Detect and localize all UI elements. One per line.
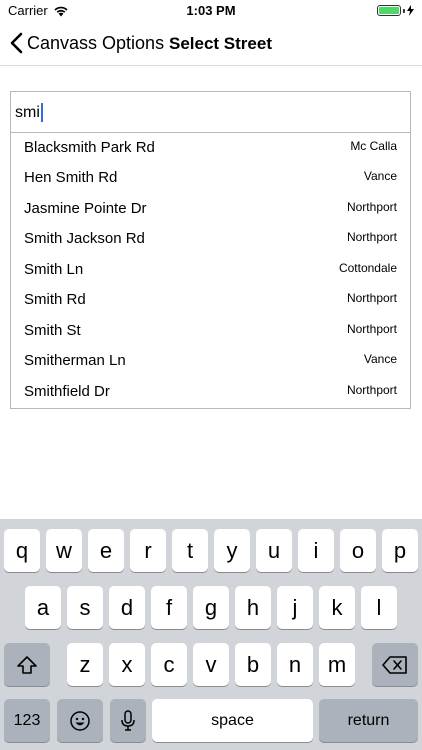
key-y[interactable]: y	[214, 529, 250, 572]
street-name: Smithfield Dr	[24, 383, 110, 400]
key-m[interactable]: m	[319, 643, 355, 686]
street-city: Northport	[346, 383, 397, 397]
suggestion-row[interactable]: Smith Ln Cottondale	[11, 255, 410, 285]
charging-icon	[407, 5, 414, 16]
suggestion-row[interactable]: Smith St Northport	[11, 316, 410, 346]
key-k[interactable]: k	[319, 586, 355, 629]
microphone-icon	[121, 709, 135, 731]
suggestion-row[interactable]: Smithfield Dr Northport	[11, 377, 410, 407]
key-t[interactable]: t	[172, 529, 208, 572]
shift-icon	[17, 655, 37, 674]
emoji-icon	[70, 710, 90, 731]
key-a[interactable]: a	[25, 586, 61, 629]
key-b[interactable]: b	[235, 643, 271, 686]
search-input-text-wrapper: smi	[15, 103, 43, 122]
key-j[interactable]: j	[277, 586, 313, 629]
key-r[interactable]: r	[130, 529, 166, 572]
delete-icon	[382, 655, 407, 674]
status-time: 1:03 PM	[186, 3, 236, 18]
street-city: Northport	[346, 200, 397, 214]
numbers-key[interactable]: 123	[4, 699, 50, 742]
street-name: Jasmine Pointe Dr	[24, 200, 147, 217]
suggestion-row[interactable]: Smith Rd Northport	[11, 285, 410, 315]
on-screen-keyboard: q w e r t y u i o p a s d f g h j k l z …	[0, 519, 422, 750]
key-p[interactable]: p	[382, 529, 418, 572]
key-z[interactable]: z	[67, 643, 103, 686]
key-w[interactable]: w	[46, 529, 82, 572]
key-u[interactable]: u	[256, 529, 292, 572]
street-city: Northport	[346, 322, 397, 336]
battery-indicator	[377, 5, 414, 16]
back-button[interactable]: Canvass Options	[10, 32, 164, 54]
dictation-key[interactable]	[110, 699, 146, 742]
key-v[interactable]: v	[193, 643, 229, 686]
delete-key[interactable]	[372, 643, 418, 686]
return-key[interactable]: return	[319, 699, 418, 742]
key-g[interactable]: g	[193, 586, 229, 629]
street-name: Smith Jackson Rd	[24, 230, 145, 247]
key-q[interactable]: q	[4, 529, 40, 572]
street-city: Cottondale	[338, 261, 397, 275]
street-suggestion-list: Blacksmith Park Rd Mc Calla Hen Smith Rd…	[10, 133, 411, 409]
key-s[interactable]: s	[67, 586, 103, 629]
street-search-input[interactable]: smi	[10, 91, 411, 133]
suggestion-row[interactable]: Smitherman Ln Vance	[11, 346, 410, 376]
battery-icon	[377, 5, 401, 16]
street-name: Smitherman Ln	[24, 352, 126, 369]
page-title: Select Street	[169, 34, 272, 53]
street-name: Blacksmith Park Rd	[24, 139, 155, 156]
key-c[interactable]: c	[151, 643, 187, 686]
street-name: Smith Rd	[24, 291, 86, 308]
suggestion-row[interactable]: Smith Jackson Rd Northport	[11, 224, 410, 254]
key-f[interactable]: f	[151, 586, 187, 629]
street-name: Smith Ln	[24, 261, 84, 278]
key-e[interactable]: e	[88, 529, 124, 572]
key-d[interactable]: d	[109, 586, 145, 629]
text-caret	[40, 103, 43, 122]
suggestion-row[interactable]: Blacksmith Park Rd Mc Calla	[11, 133, 410, 163]
key-o[interactable]: o	[340, 529, 376, 572]
back-chevron-icon	[10, 32, 23, 54]
search-input-value: smi	[15, 103, 40, 121]
key-x[interactable]: x	[109, 643, 145, 686]
battery-tip	[403, 8, 405, 13]
shift-key[interactable]	[4, 643, 50, 686]
street-city: Mc Calla	[350, 139, 397, 153]
key-n[interactable]: n	[277, 643, 313, 686]
street-city: Vance	[363, 352, 397, 366]
street-name: Smith St	[24, 322, 81, 339]
emoji-key[interactable]	[57, 699, 103, 742]
space-key[interactable]: space	[152, 699, 313, 742]
street-city: Northport	[346, 291, 397, 305]
navigation-bar: Canvass Options Select Street	[0, 22, 422, 66]
street-name: Hen Smith Rd	[24, 169, 118, 186]
suggestion-row[interactable]: Hen Smith Rd Vance	[11, 163, 410, 193]
key-i[interactable]: i	[298, 529, 334, 572]
key-l[interactable]: l	[361, 586, 397, 629]
back-button-label: Canvass Options	[27, 32, 165, 53]
key-h[interactable]: h	[235, 586, 271, 629]
street-city: Northport	[346, 230, 397, 244]
street-city: Vance	[363, 169, 397, 183]
status-bar: Carrier 1:03 PM	[0, 0, 422, 22]
suggestion-row[interactable]: Jasmine Pointe Dr Northport	[11, 194, 410, 224]
